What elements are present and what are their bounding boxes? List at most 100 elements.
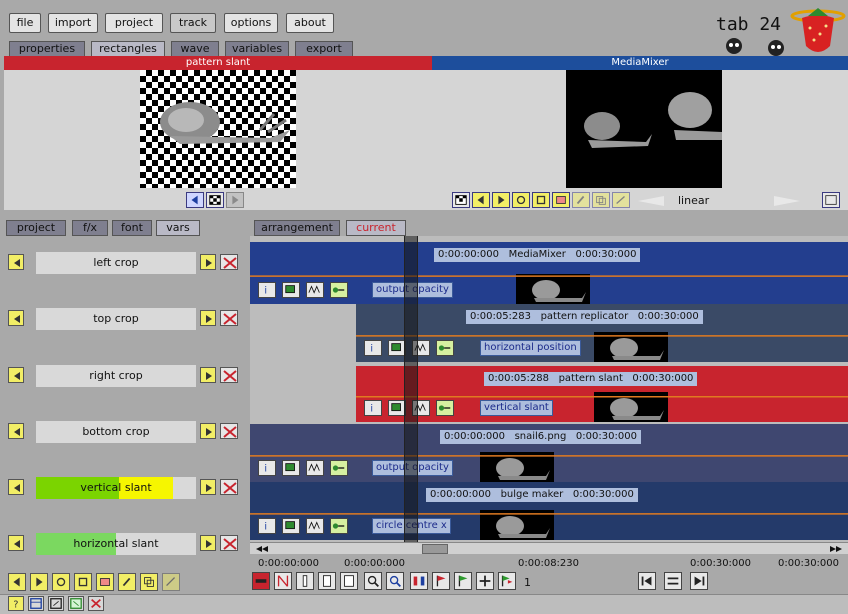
copy-key-icon[interactable] <box>140 573 158 591</box>
param-keyframe-icon[interactable] <box>220 254 238 270</box>
tab-variables[interactable]: variables <box>225 41 289 57</box>
track-wave-icon[interactable] <box>306 460 324 476</box>
window-icon[interactable] <box>28 596 44 611</box>
export-window-icon[interactable] <box>48 596 64 611</box>
menu-project[interactable]: project <box>105 13 163 33</box>
track-info-icon[interactable]: i <box>364 340 382 356</box>
remove-key-icon[interactable] <box>74 573 92 591</box>
param-increase-icon[interactable] <box>200 254 216 270</box>
param-increase-icon[interactable] <box>200 423 216 439</box>
zoom-out-icon[interactable] <box>386 572 404 590</box>
param-increase-icon[interactable] <box>200 479 216 495</box>
tab-arrangement[interactable]: arrangement <box>254 220 340 236</box>
tab-vars[interactable]: vars <box>156 220 200 236</box>
play-icon[interactable] <box>492 192 510 208</box>
track-wave-icon[interactable] <box>306 282 324 298</box>
jump-start-icon[interactable] <box>638 572 656 590</box>
layers-icon[interactable] <box>552 192 570 208</box>
tab-project[interactable]: project <box>6 220 66 236</box>
param-keyframe-icon[interactable] <box>220 367 238 383</box>
menu-import[interactable]: import <box>48 13 98 33</box>
track-link-icon[interactable] <box>330 282 348 298</box>
prev-frame-button[interactable] <box>186 192 204 208</box>
record-icon[interactable] <box>512 192 530 208</box>
tab-export[interactable]: export <box>295 41 353 57</box>
param-value-slider[interactable]: vertical slant <box>36 477 196 499</box>
flags-icon[interactable] <box>498 572 516 590</box>
track-info-icon[interactable]: i <box>258 518 276 534</box>
track-info-icon[interactable]: i <box>258 460 276 476</box>
param-value-slider[interactable]: left crop <box>36 252 196 274</box>
param-value-slider[interactable]: horizontal slant <box>36 533 196 555</box>
green-flag-icon[interactable] <box>454 572 472 590</box>
scroll-left-icon[interactable] <box>252 544 274 554</box>
paint-icon[interactable] <box>572 192 590 208</box>
param-value-slider[interactable]: right crop <box>36 365 196 387</box>
marker-range-icon[interactable] <box>340 572 358 590</box>
marker-out-icon[interactable] <box>318 572 336 590</box>
param-keyframe-icon[interactable] <box>220 310 238 326</box>
param-increase-icon[interactable] <box>200 367 216 383</box>
param-value-slider[interactable]: top crop <box>36 308 196 330</box>
record-track-icon[interactable] <box>252 572 270 590</box>
track-row[interactable]: 0:00:00:000 MediaMixer 0:00:30:000 i out… <box>250 242 848 304</box>
clip-icon[interactable] <box>410 572 428 590</box>
copy-icon[interactable] <box>592 192 610 208</box>
timeline-scrollbar[interactable] <box>250 542 848 554</box>
flag-icon[interactable] <box>432 572 450 590</box>
tab-font[interactable]: font <box>112 220 152 236</box>
param-increase-icon[interactable] <box>200 535 216 551</box>
edit-key-icon[interactable] <box>162 573 180 591</box>
track-visible-icon[interactable] <box>282 460 300 476</box>
marker-in-icon[interactable] <box>296 572 314 590</box>
playhead[interactable] <box>404 236 418 542</box>
track-row[interactable]: 0:00:05:288 pattern slant 0:00:30:000 i … <box>250 366 848 422</box>
tab-wave[interactable]: wave <box>171 41 219 57</box>
param-keyframe-icon[interactable] <box>220 535 238 551</box>
add-track-icon[interactable] <box>476 572 494 590</box>
param-decrease-icon[interactable] <box>8 367 24 383</box>
track-param-label[interactable]: horizontal position <box>480 340 581 356</box>
rewind-icon[interactable] <box>472 192 490 208</box>
track-link-icon[interactable] <box>436 400 454 416</box>
track-row[interactable]: 0:00:00:000 snail6.png 0:00:30:000 i out… <box>250 424 848 482</box>
param-decrease-icon[interactable] <box>8 423 24 439</box>
add-key-icon[interactable] <box>52 573 70 591</box>
tab-rectangles[interactable]: rectangles <box>91 41 165 57</box>
scroll-right-icon[interactable] <box>824 544 846 554</box>
help-icon[interactable]: ? <box>8 596 24 611</box>
close-tools-icon[interactable] <box>88 596 104 611</box>
import-window-icon[interactable] <box>68 596 84 611</box>
menu-options[interactable]: options <box>224 13 278 33</box>
scroll-thumb[interactable] <box>422 544 448 554</box>
param-increase-icon[interactable] <box>200 310 216 326</box>
align-icon[interactable] <box>664 572 682 590</box>
menu-file[interactable]: file <box>9 13 41 33</box>
track-link-icon[interactable] <box>330 518 348 534</box>
param-keyframe-icon[interactable] <box>220 479 238 495</box>
jump-end-icon[interactable] <box>690 572 708 590</box>
track-info-icon[interactable]: i <box>364 400 382 416</box>
interp-right-arrow-icon[interactable] <box>772 194 802 208</box>
track-link-icon[interactable] <box>436 340 454 356</box>
layers-key-icon[interactable] <box>96 573 114 591</box>
param-decrease-icon[interactable] <box>8 479 24 495</box>
interp-left-arrow-icon[interactable] <box>636 194 666 208</box>
tab-current[interactable]: current <box>346 220 406 236</box>
split-icon[interactable] <box>274 572 292 590</box>
tab-fx[interactable]: f/x <box>72 220 108 236</box>
menu-track[interactable]: track <box>170 13 216 33</box>
zoom-in-icon[interactable] <box>364 572 382 590</box>
track-row[interactable]: 0:00:00:000 bulge maker 0:00:30:000 i ci… <box>250 482 848 540</box>
param-decrease-icon[interactable] <box>8 254 24 270</box>
param-value-slider[interactable]: bottom crop <box>36 421 196 443</box>
track-info-icon[interactable]: i <box>258 282 276 298</box>
checker-toggle-icon[interactable] <box>452 192 470 208</box>
param-decrease-icon[interactable] <box>8 310 24 326</box>
paint-key-icon[interactable] <box>118 573 136 591</box>
track-param-label[interactable]: vertical slant <box>480 400 553 416</box>
tab-properties[interactable]: properties <box>9 41 85 57</box>
edit-icon[interactable] <box>612 192 630 208</box>
track-visible-icon[interactable] <box>282 282 300 298</box>
menu-about[interactable]: about <box>286 13 334 33</box>
